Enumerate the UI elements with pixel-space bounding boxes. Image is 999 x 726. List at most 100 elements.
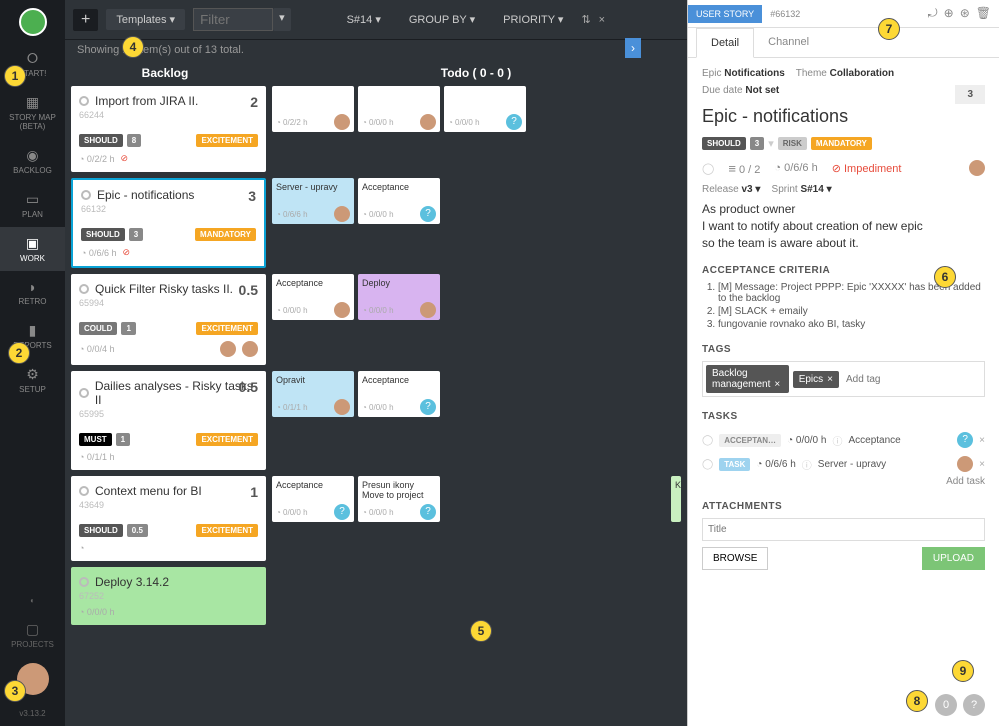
nav-backlog[interactable]: ◉BACKLOG [0, 139, 65, 183]
nav-projects[interactable]: ▢PROJECTS [0, 613, 65, 657]
nav-setup[interactable]: ⚙SETUP [0, 358, 65, 402]
tag-remove-icon[interactable]: × [774, 379, 780, 390]
acceptance-criteria[interactable]: [M] Message: Project PPPP: Epic 'XXXXX' … [702, 282, 985, 330]
status-dot-icon[interactable] [81, 190, 91, 200]
task-remove-icon[interactable]: × [979, 435, 985, 446]
sprint-value[interactable]: S#14 ▾ [800, 184, 831, 195]
epic-value[interactable]: Notifications [724, 68, 785, 79]
nav-retro[interactable]: ◗RETRO [0, 271, 65, 314]
priority-num: 0.5 [127, 524, 148, 537]
story-type-chip: USER STORY [688, 5, 762, 23]
delete-icon[interactable]: 🗑 [976, 6, 991, 21]
label-badge: EXCITEMENT [196, 433, 258, 446]
expand-icon[interactable]: ⊕ [944, 6, 954, 21]
task-card[interactable]: Opravit◔ 0/1/1 h [272, 371, 354, 417]
nav-collapse[interactable]: ◐ [0, 588, 65, 613]
release-value[interactable]: v3 ▾ [741, 184, 760, 195]
sprint-dropdown[interactable]: S#14 ▾ [337, 9, 391, 30]
backlog-card[interactable]: Deploy 3.14.2 67252 ◔ 0/0/0 h [71, 567, 266, 625]
task-title: Deploy [362, 278, 436, 288]
status-dot-icon[interactable] [79, 96, 89, 106]
backlog-card[interactable]: Context menu for BI 43649 1 SHOULD0.5EXC… [71, 476, 266, 561]
detail-task-row[interactable]: ◯ ACCEPTAN… ◔ 0/0/0 h ⓘ Acceptance ? × [702, 428, 985, 452]
task-card[interactable]: Acceptance◔ 0/0/0 h [272, 274, 354, 320]
browse-button[interactable]: BROWSE [702, 547, 768, 570]
status-dot-icon[interactable] [79, 577, 89, 587]
task-card[interactable]: Presun ikony Move to project◔ 0/0/0 h? [358, 476, 440, 522]
notification-count[interactable]: 0 [935, 694, 957, 716]
status-dot-icon[interactable]: ◯ [702, 459, 713, 470]
upload-button[interactable]: UPLOAD [922, 547, 985, 570]
status-dot-icon[interactable] [79, 284, 89, 294]
task-card[interactable]: Acceptance◔ 0/0/0 h? [358, 371, 440, 417]
task-title: Acceptance [276, 278, 350, 288]
priority-num: 3 [129, 228, 143, 241]
board[interactable]: Import from JIRA II. 66244 2 SHOULD8EXCI… [65, 86, 687, 726]
status-dot-icon[interactable] [79, 486, 89, 496]
priority-badge[interactable]: SHOULD [702, 137, 746, 150]
status-dot-icon[interactable]: ◯ [702, 435, 713, 446]
backlog-card[interactable]: Import from JIRA II. 66244 2 SHOULD8EXCI… [71, 86, 266, 172]
app-logo[interactable] [19, 8, 47, 36]
filter-dropdown[interactable]: ▾ [273, 8, 291, 31]
sidebar-nav: ⭘START! ▦STORY MAP (BETA) ◉BACKLOG ▭PLAN… [0, 0, 65, 726]
time-meta: ◔ [79, 543, 84, 553]
status-dot-icon[interactable]: ◯ [702, 162, 714, 175]
info-icon[interactable]: ⓘ [802, 457, 812, 472]
due-value[interactable]: Not set [745, 85, 779, 96]
risk-badge[interactable]: RISK [778, 137, 807, 150]
impediment-flag[interactable]: ⊘ Impediment [832, 162, 902, 175]
nav-storymap[interactable]: ▦STORY MAP (BETA) [0, 86, 65, 139]
task-card[interactable]: Acceptance◔ 0/0/0 h? [358, 178, 440, 224]
theme-value[interactable]: Collaboration [830, 68, 894, 79]
card-title: Deploy 3.14.2 [95, 575, 169, 589]
mandatory-badge[interactable]: MANDATORY [811, 137, 872, 150]
backlog-card[interactable]: Dailies analyses - Risky tasks II 65995 … [71, 371, 266, 470]
nav-plan[interactable]: ▭PLAN [0, 183, 65, 227]
priority-dropdown[interactable]: PRIORITY ▾ [493, 9, 573, 30]
task-time: ◔ 0/0/0 h [448, 118, 480, 127]
detail-task-row[interactable]: ◯ TASK ◔ 0/6/6 h ⓘ Server - upravy × [702, 452, 985, 476]
card-points: 3 [248, 188, 256, 204]
expand-panel-handle[interactable]: › [625, 38, 641, 58]
add-tag-input[interactable] [843, 371, 981, 388]
status-dot-icon[interactable] [79, 388, 89, 398]
info-icon[interactable]: ⓘ [832, 433, 842, 448]
priority-badge: SHOULD [79, 134, 123, 147]
templates-dropdown[interactable]: Templates ▾ [106, 9, 185, 30]
attachments-heading: ATTACHMENTS [702, 501, 985, 512]
task-remove-icon[interactable]: × [979, 459, 985, 470]
clear-icon[interactable]: × [599, 14, 605, 26]
settings-icon[interactable]: ⊛ [960, 6, 970, 21]
task-card[interactable]: ◔ 0/0/0 h? [444, 86, 526, 132]
task-title: Acceptance [276, 480, 350, 490]
tab-detail[interactable]: Detail [696, 28, 754, 58]
refresh-icon[interactable]: ⤾ [928, 6, 938, 21]
attachment-title-input[interactable] [702, 518, 985, 541]
points-value[interactable]: 3 [955, 85, 985, 104]
add-task-link[interactable]: Add task [702, 476, 985, 487]
task-card[interactable]: ◔ 0/0/0 h [358, 86, 440, 132]
nav-work[interactable]: ▣WORK [0, 227, 65, 271]
filter-input[interactable] [193, 8, 273, 31]
theme-label: Theme [796, 68, 827, 79]
add-button[interactable]: + [73, 9, 98, 31]
tag-item[interactable]: Backlog management× [706, 365, 789, 393]
time-meta: ◔ 0/2/2 h [79, 154, 114, 164]
tag-remove-icon[interactable]: × [827, 374, 833, 385]
task-card-peek[interactable]: Klien [671, 476, 681, 522]
groupby-dropdown[interactable]: GROUP BY ▾ [399, 9, 485, 30]
task-card[interactable]: ◔ 0/2/2 h [272, 86, 354, 132]
task-card[interactable]: Acceptance◔ 0/0/0 h? [272, 476, 354, 522]
task-card[interactable]: Server - upravy◔ 0/6/6 h [272, 178, 354, 224]
backlog-card[interactable]: Quick Filter Risky tasks II. 65994 0.5 C… [71, 274, 266, 365]
sort-icon[interactable]: ⇅ [581, 13, 590, 26]
help-button[interactable]: ? [963, 694, 985, 716]
task-card[interactable]: Deploy◔ 0/0/0 h [358, 274, 440, 320]
story-description[interactable]: As product owner I want to notify about … [702, 201, 985, 251]
owner-avatar[interactable] [969, 160, 985, 176]
tag-item[interactable]: Epics× [793, 371, 839, 388]
backlog-card[interactable]: Epic - notifications 66132 3 SHOULD3MAND… [71, 178, 266, 268]
tab-channel[interactable]: Channel [754, 28, 823, 57]
story-title[interactable]: Epic - notifications [702, 106, 985, 127]
